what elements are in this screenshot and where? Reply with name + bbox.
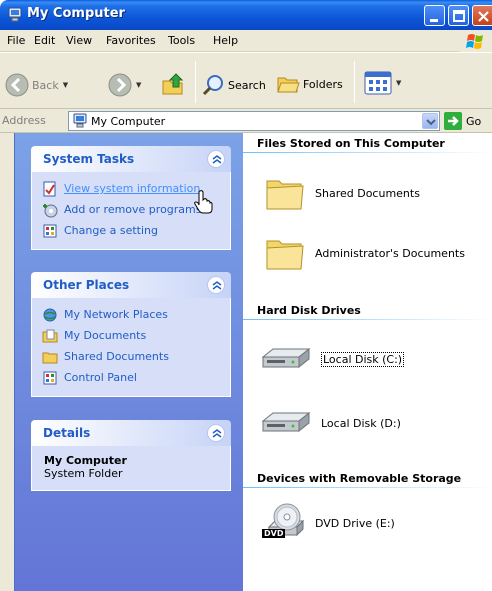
item-local-disk-c[interactable]: Local Disk (C:) <box>259 345 405 373</box>
chevron-down-icon[interactable]: ▼ <box>136 81 141 89</box>
minimize-button[interactable] <box>424 5 445 26</box>
file-view: Files Stored on This Computer Shared Doc… <box>243 133 492 591</box>
menu-view[interactable]: View <box>66 34 92 47</box>
collapse-chevron-icon[interactable] <box>207 276 225 294</box>
views-icon <box>364 71 392 95</box>
back-arrow-icon <box>5 73 29 97</box>
menu-help[interactable]: Help <box>213 34 238 47</box>
windows-logo-icon <box>460 31 492 52</box>
minimize-icon <box>430 19 438 22</box>
hard-disk-icon <box>261 347 311 369</box>
other-places-header[interactable]: Other Places <box>31 272 231 298</box>
folder-icon <box>266 240 304 270</box>
folder-icon <box>266 180 304 210</box>
up-folder-button[interactable] <box>160 71 186 97</box>
group-divider <box>243 319 492 320</box>
collapse-chevron-icon[interactable] <box>207 150 225 168</box>
other-places-panel: Other Places My Network Places My Docume… <box>31 272 231 397</box>
place-control-panel[interactable]: Control Panel <box>32 367 230 388</box>
place-shared-documents[interactable]: Shared Documents <box>32 346 230 367</box>
collapse-chevron-icon[interactable] <box>207 424 225 442</box>
control-panel-icon <box>43 224 57 237</box>
menu-favorites[interactable]: Favorites <box>106 34 156 47</box>
add-remove-programs-icon <box>43 203 58 217</box>
address-input[interactable]: My Computer <box>68 111 440 131</box>
go-button[interactable]: Go <box>444 112 481 130</box>
item-dvd-drive-e[interactable]: DVD DVD Drive (E:) <box>261 501 395 545</box>
dvd-drive-icon: DVD <box>261 501 305 545</box>
place-my-network-places[interactable]: My Network Places <box>32 304 230 325</box>
system-tasks-header[interactable]: System Tasks <box>31 146 231 172</box>
hard-disk-icon <box>261 411 311 433</box>
my-documents-icon <box>42 329 58 342</box>
my-computer-icon <box>73 113 87 128</box>
group-divider <box>243 152 492 153</box>
address-value: My Computer <box>91 115 166 128</box>
search-icon <box>202 75 223 96</box>
folders-icon <box>277 77 300 93</box>
details-name: My Computer <box>44 454 127 467</box>
item-label: Local Disk (C:) <box>321 351 405 367</box>
views-button[interactable]: ▼ <box>364 71 401 95</box>
close-button[interactable] <box>472 5 492 26</box>
folder-icon <box>42 352 58 363</box>
details-panel: Details My Computer System Folder <box>31 420 231 491</box>
item-shared-documents[interactable]: Shared Documents <box>265 173 420 213</box>
maximize-button[interactable] <box>448 5 469 26</box>
folders-button[interactable]: Folders <box>276 73 343 95</box>
up-folder-icon <box>162 73 184 95</box>
place-my-documents[interactable]: My Documents <box>32 325 230 346</box>
details-header[interactable]: Details <box>31 420 231 446</box>
toolbar-separator <box>195 61 196 103</box>
group-divider <box>243 487 492 488</box>
group-header-removable-storage: Devices with Removable Storage <box>257 472 462 485</box>
item-administrators-documents[interactable]: Administrator's Documents <box>265 233 465 273</box>
dvd-badge: DVD <box>262 529 286 538</box>
task-change-setting[interactable]: Change a setting <box>32 220 230 241</box>
address-bar: Address My Computer Go <box>0 109 492 133</box>
hand-cursor-icon <box>194 190 213 214</box>
maximize-icon <box>453 10 465 22</box>
menu-bar: File Edit View Favorites Tools Help <box>0 30 492 52</box>
system-info-icon <box>43 181 56 196</box>
address-dropdown-button[interactable] <box>422 113 438 129</box>
group-header-hard-disk-drives: Hard Disk Drives <box>257 304 361 317</box>
group-header-files-stored: Files Stored on This Computer <box>257 137 445 150</box>
chevron-down-icon[interactable]: ▼ <box>63 81 68 89</box>
back-button[interactable]: Back ▼ <box>5 73 68 97</box>
chevron-down-icon: ▼ <box>396 79 402 87</box>
details-type: System Folder <box>44 467 123 480</box>
item-local-disk-d[interactable]: Local Disk (D:) <box>259 409 401 437</box>
title-bar[interactable]: My Computer <box>0 0 492 30</box>
control-panel-icon <box>43 371 57 384</box>
my-computer-icon <box>8 7 22 22</box>
chevron-down-icon <box>426 119 436 126</box>
window-title: My Computer <box>27 6 125 21</box>
network-places-icon <box>43 308 57 321</box>
forward-button[interactable]: ▼ <box>108 73 141 97</box>
menu-edit[interactable]: Edit <box>34 34 55 47</box>
go-arrow-icon <box>444 112 462 130</box>
address-label: Address <box>2 114 46 127</box>
search-button[interactable]: Search <box>201 73 266 97</box>
close-icon <box>478 11 489 22</box>
window-frame-left <box>0 133 14 591</box>
menu-tools[interactable]: Tools <box>168 34 195 47</box>
forward-arrow-icon <box>108 73 132 97</box>
standard-toolbar: Back ▼ ▼ Search Folders ▼ <box>0 53 492 109</box>
menu-file[interactable]: File <box>7 34 25 47</box>
toolbar-separator <box>354 61 355 103</box>
